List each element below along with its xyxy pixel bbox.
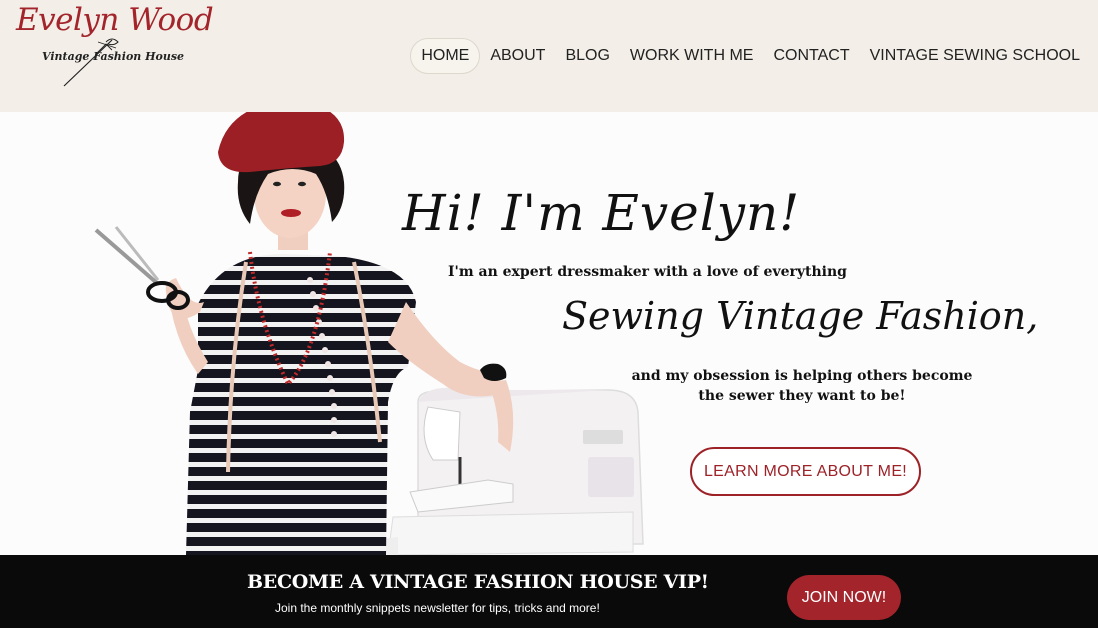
nav-about[interactable]: ABOUT bbox=[480, 39, 555, 73]
hero-mission-line2: the sewer they want to be! bbox=[698, 388, 906, 404]
nav-vintage-sewing-school[interactable]: VINTAGE SEWING SCHOOL bbox=[860, 39, 1090, 73]
vip-newsletter-bar: BECOME A VINTAGE FASHION HOUSE VIP! Join… bbox=[0, 555, 1098, 628]
join-now-button[interactable]: JOIN NOW! bbox=[787, 575, 901, 620]
hero-greeting: Hi! I'm Evelyn! bbox=[402, 184, 801, 242]
hero-mission-line1: and my obsession is helping others becom… bbox=[631, 368, 973, 384]
vip-subtitle: Join the monthly snippets newsletter for… bbox=[275, 601, 600, 615]
hero-intro: I'm an expert dressmaker with a love of … bbox=[448, 264, 847, 280]
nav-home[interactable]: HOME bbox=[410, 38, 481, 74]
nav-contact[interactable]: CONTACT bbox=[763, 39, 859, 73]
site-logo[interactable]: Evelyn Wood Vintage Fashion House bbox=[12, 0, 214, 100]
logo-tagline: Vintage Fashion House bbox=[42, 50, 185, 63]
main-nav: HOME ABOUT BLOG WORK WITH ME CONTACT VIN… bbox=[410, 38, 1090, 74]
logo-name: Evelyn Wood bbox=[16, 2, 214, 38]
vip-title: BECOME A VINTAGE FASHION HOUSE VIP! bbox=[247, 571, 709, 593]
hero-section: Hi! I'm Evelyn! I'm an expert dressmaker… bbox=[0, 112, 1098, 555]
hero-highlight: Sewing Vintage Fashion, bbox=[562, 294, 1039, 338]
learn-more-button[interactable]: LEARN MORE ABOUT ME! bbox=[690, 447, 921, 496]
scissors-image bbox=[94, 226, 190, 310]
nav-work-with-me[interactable]: WORK WITH ME bbox=[620, 39, 764, 73]
hero-mission: and my obsession is helping others becom… bbox=[622, 366, 982, 406]
site-header: Evelyn Wood Vintage Fashion House HOME A… bbox=[0, 0, 1098, 112]
nav-blog[interactable]: BLOG bbox=[555, 39, 619, 73]
